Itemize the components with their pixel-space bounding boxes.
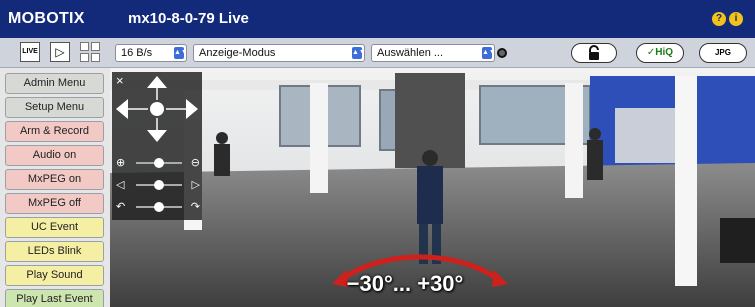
slider-knob[interactable] — [154, 158, 164, 168]
jpeg-button[interactable]: JPG — [699, 43, 747, 63]
leds-blink-button[interactable]: LEDs Blink — [5, 241, 104, 262]
info-icon[interactable]: i — [729, 12, 743, 26]
rotation-slider[interactable]: ↶ ↷ — [116, 200, 200, 214]
mxpeg-on-button[interactable]: MxPEG on — [5, 169, 104, 190]
mxpeg-off-button[interactable]: MxPEG off — [5, 193, 104, 214]
play-icon[interactable]: ▷ — [50, 42, 70, 62]
hiq-button[interactable]: ✓HiQ — [636, 43, 684, 63]
select-arrow-icon: ▲▼ — [352, 47, 366, 59]
help-icon[interactable]: ? — [712, 12, 726, 26]
rotate-right-icon[interactable]: ↷ — [191, 200, 200, 214]
display-mode-value: Anzeige-Modus — [199, 47, 276, 59]
select-arrow-icon: ▲▼ — [174, 47, 188, 59]
live-button[interactable]: LIVE — [20, 42, 40, 62]
arm-record-button[interactable]: Arm & Record — [5, 121, 104, 142]
zoom-slider[interactable]: ⊕ ⊖ — [116, 156, 200, 170]
padlock-icon[interactable] — [571, 43, 617, 63]
pan-tilt-joystick[interactable] — [112, 74, 202, 144]
play-last-event-button[interactable]: Play Last Event — [5, 289, 104, 307]
display-mode-select[interactable]: Anzeige-Modus ▲▼ — [193, 44, 366, 62]
ptz-control-panel: × ⊕ ⊖ ◁ ▷ ↶ ↷ — [112, 72, 202, 220]
rotation-angle-label: −30°... +30° — [346, 271, 464, 296]
camera-title: mx10-8-0-79 Live — [128, 10, 249, 27]
slider-knob[interactable] — [154, 180, 164, 190]
brand-logo: MOBOTIX — [8, 10, 85, 27]
grid-icon[interactable] — [80, 42, 100, 62]
rotate-left-icon[interactable]: ↶ — [116, 200, 125, 214]
title-bar: MOBOTIX mx10-8-0-79 Live ? i — [0, 0, 755, 38]
zoom-in-icon[interactable]: ⊕ — [116, 156, 125, 170]
framerate-value: 16 B/s — [121, 47, 153, 59]
audio-on-button[interactable]: Audio on — [5, 145, 104, 166]
record-dot-icon[interactable] — [497, 48, 507, 58]
perspective-slider[interactable]: ◁ ▷ — [116, 178, 200, 192]
select-arrow-icon: ▲▼ — [482, 47, 496, 59]
action-select-value: Auswählen ... — [377, 47, 444, 59]
help-icons: ? i — [712, 12, 743, 26]
slider-knob[interactable] — [154, 202, 164, 212]
sidebar: Admin Menu Setup Menu Arm & Record Audio… — [0, 68, 110, 307]
action-select[interactable]: Auswählen ... ▲▼ — [371, 44, 496, 62]
uc-event-button[interactable]: UC Event — [5, 217, 104, 238]
toolbar: LIVE ▷ 16 B/s ▲▼ Anzeige-Modus ▲▼ Auswäh… — [0, 38, 755, 68]
setup-menu-button[interactable]: Setup Menu — [5, 97, 104, 118]
admin-menu-button[interactable]: Admin Menu — [5, 73, 104, 94]
perspective-right-icon[interactable]: ▷ — [192, 178, 200, 192]
framerate-select[interactable]: 16 B/s ▲▼ — [115, 44, 188, 62]
zoom-out-icon[interactable]: ⊖ — [191, 156, 200, 170]
perspective-left-icon[interactable]: ◁ — [116, 178, 124, 192]
play-sound-button[interactable]: Play Sound — [5, 265, 104, 286]
